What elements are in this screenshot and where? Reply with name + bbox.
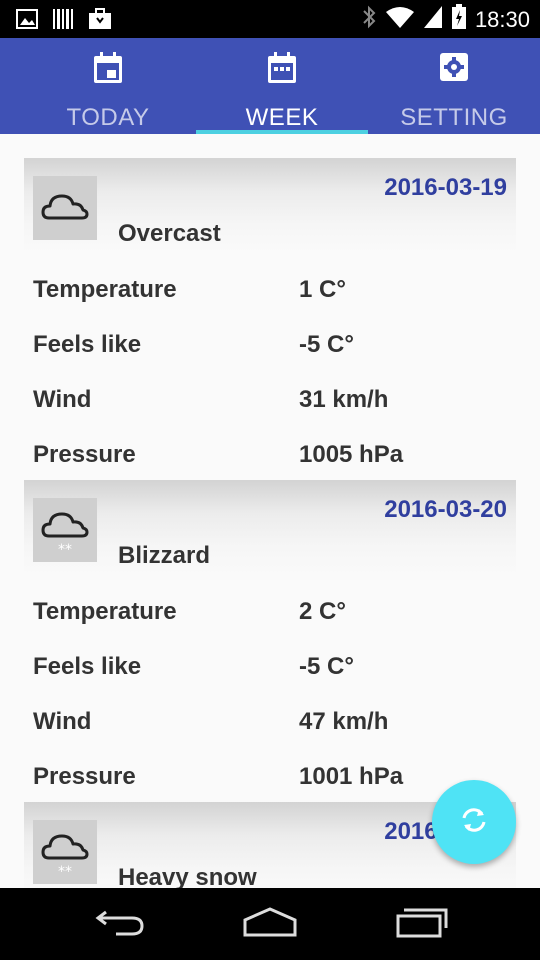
cloud-icon bbox=[33, 176, 97, 240]
recents-button[interactable] bbox=[390, 904, 450, 944]
row-value: 31 km/h bbox=[299, 386, 389, 413]
row-label: Temperature bbox=[33, 598, 177, 625]
wind-row: Wind 31 km/h bbox=[33, 386, 513, 426]
row-label: Pressure bbox=[33, 763, 136, 790]
refresh-button[interactable] bbox=[432, 780, 516, 864]
home-icon bbox=[241, 906, 299, 943]
recents-icon bbox=[392, 906, 448, 943]
tab-today[interactable]: TODAY bbox=[22, 38, 194, 134]
temperature-row: Temperature 1 C° bbox=[33, 276, 513, 316]
forecast-card: 2016-03-19 Overcast Temperature 1 C° Fee… bbox=[24, 158, 516, 480]
bluetooth-icon bbox=[361, 4, 377, 35]
navigation-bar bbox=[0, 888, 540, 960]
barcode-icon bbox=[52, 8, 74, 35]
row-value: 2 C° bbox=[299, 598, 346, 625]
forecast-condition: Heavy snow bbox=[118, 864, 257, 888]
temperature-row: Temperature 2 C° bbox=[33, 598, 513, 638]
row-value: 1001 hPa bbox=[299, 763, 404, 790]
wind-row: Wind 47 km/h bbox=[33, 708, 513, 748]
forecast-date: 2016-03-19 bbox=[384, 174, 507, 201]
forecast-condition: Overcast bbox=[118, 220, 221, 247]
settings-icon bbox=[439, 52, 469, 84]
row-label: Wind bbox=[33, 386, 92, 413]
signal-icon bbox=[423, 5, 443, 34]
svg-text:**: ** bbox=[58, 864, 72, 880]
tab-today-label: TODAY bbox=[66, 104, 150, 131]
row-label: Feels like bbox=[33, 653, 142, 680]
forecast-date: 2016-03-20 bbox=[384, 496, 507, 523]
tab-bar: TODAY WEEK SETTING bbox=[0, 38, 540, 134]
forecast-header: ** 2016-03-20 Blizzard bbox=[24, 480, 516, 576]
back-button[interactable] bbox=[90, 904, 150, 944]
tab-setting-label: SETTING bbox=[400, 104, 508, 131]
calendar-week-icon bbox=[267, 52, 297, 84]
row-value: -5 C° bbox=[299, 653, 354, 680]
row-label: Wind bbox=[33, 708, 92, 735]
pressure-row: Pressure 1005 hPa bbox=[33, 441, 513, 481]
status-bar: 18:30 bbox=[0, 0, 540, 38]
feels-like-row: Feels like -5 C° bbox=[33, 331, 513, 371]
forecast-card: ** 2016-03-20 Blizzard Temperature 2 C° … bbox=[24, 480, 516, 802]
image-icon bbox=[16, 9, 38, 34]
tab-week[interactable]: WEEK bbox=[196, 38, 368, 134]
briefcase-icon bbox=[88, 8, 112, 35]
home-button[interactable] bbox=[240, 904, 300, 944]
refresh-icon bbox=[457, 803, 491, 842]
row-label: Feels like bbox=[33, 331, 142, 358]
tab-week-label: WEEK bbox=[245, 104, 319, 131]
clock-time: 18:30 bbox=[474, 6, 530, 32]
cloud-snow-icon: ** bbox=[33, 820, 97, 884]
row-value: -5 C° bbox=[299, 331, 354, 358]
tab-setting[interactable]: SETTING bbox=[368, 38, 540, 134]
back-icon bbox=[92, 906, 148, 943]
row-value: 1 C° bbox=[299, 276, 346, 303]
battery-icon bbox=[451, 4, 467, 35]
row-label: Pressure bbox=[33, 441, 136, 468]
feels-like-row: Feels like -5 C° bbox=[33, 653, 513, 693]
forecast-header: 2016-03-19 Overcast bbox=[24, 158, 516, 254]
row-label: Temperature bbox=[33, 276, 177, 303]
forecast-list[interactable]: 2016-03-19 Overcast Temperature 1 C° Fee… bbox=[0, 134, 540, 888]
calendar-today-icon bbox=[93, 52, 123, 84]
forecast-condition: Blizzard bbox=[118, 542, 211, 569]
cloud-snow-icon: ** bbox=[33, 498, 97, 562]
row-value: 47 km/h bbox=[299, 708, 389, 735]
svg-text:**: ** bbox=[58, 542, 72, 558]
row-value: 1005 hPa bbox=[299, 441, 404, 468]
wifi-icon bbox=[385, 5, 415, 34]
